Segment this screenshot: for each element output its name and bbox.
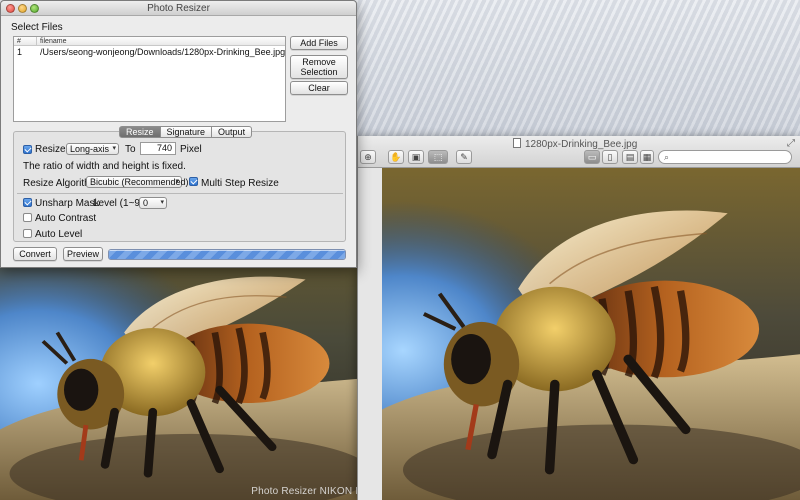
document-icon: [513, 138, 521, 148]
add-files-button[interactable]: Add Files: [290, 36, 348, 50]
pen-annotate-icon[interactable]: ✎: [456, 150, 472, 164]
row-number: 1: [17, 47, 23, 57]
convert-button[interactable]: Convert: [13, 247, 57, 261]
tab-output[interactable]: Output: [212, 126, 253, 138]
photo-resizer-window: Photo Resizer Select Files # filename 1 …: [0, 0, 357, 268]
column-header-number[interactable]: #: [17, 37, 21, 46]
zoom-in-icon[interactable]: ⊕: [360, 150, 376, 164]
unsharp-mask-checkbox[interactable]: [23, 198, 32, 207]
selection-tool-icon[interactable]: ⬚: [428, 150, 448, 164]
chevron-down-icon: ▾: [175, 178, 179, 185]
preview-button[interactable]: Preview: [63, 247, 103, 261]
view-grid-icon[interactable]: ▦: [640, 150, 654, 164]
preview-window: 1280px-Drinking_Bee.jpg ⤢ ⊕ ✋ ▣ ⬚ ✎ ▭ ▯ …: [357, 136, 800, 500]
window-title: Photo Resizer: [147, 3, 210, 14]
tab-signature[interactable]: Signature: [160, 126, 213, 138]
clear-button[interactable]: Clear: [290, 81, 348, 95]
search-field[interactable]: ⌕: [658, 150, 792, 164]
size-input[interactable]: 740: [140, 142, 176, 155]
hand-tool-icon[interactable]: ✋: [388, 150, 404, 164]
preview-window-titlebar[interactable]: 1280px-Drinking_Bee.jpg ⤢ ⊕ ✋ ▣ ⬚ ✎ ▭ ▯ …: [358, 136, 800, 168]
column-header-filename[interactable]: filename: [40, 37, 66, 46]
axis-select[interactable]: Long-axis ▾: [66, 143, 119, 155]
resize-checkbox[interactable]: [23, 145, 32, 154]
file-table-header: # filename: [14, 37, 285, 46]
auto-contrast-label: Auto Contrast: [35, 213, 97, 224]
preview-window-title: 1280px-Drinking_Bee.jpg: [513, 138, 637, 150]
preview-toolbar: ⊕ ✋ ▣ ⬚ ✎ ▭ ▯ ▤ ▦ ⌕: [358, 150, 800, 166]
multistep-checkbox[interactable]: [189, 177, 198, 186]
view-contact-sheet-icon[interactable]: ▤: [622, 150, 638, 164]
algorithm-select[interactable]: Bicubic (Recommended) ▾: [86, 176, 189, 188]
multistep-label: Multi Step Resize: [201, 178, 279, 189]
file-table[interactable]: # filename 1 /Users/seong-wonjeong/Downl…: [13, 36, 286, 122]
auto-contrast-checkbox[interactable]: [23, 213, 32, 222]
chevron-down-icon: ▾: [112, 145, 116, 152]
pixel-unit-label: Pixel: [180, 144, 202, 155]
options-divider: [17, 193, 343, 194]
unsharp-mask-label: Unsharp Mask: [35, 198, 100, 209]
tab-resize[interactable]: Resize: [119, 126, 161, 138]
row-filename: /Users/seong-wonjeong/Downloads/1280px-D…: [40, 47, 286, 57]
options-tabs: Resize Signature Output: [119, 126, 253, 138]
progress-bar-fill: [109, 250, 345, 259]
table-row[interactable]: 1 /Users/seong-wonjeong/Downloads/1280px…: [14, 46, 285, 58]
level-select[interactable]: 0 ▾: [139, 197, 167, 209]
search-icon: ⌕: [664, 152, 670, 162]
fullscreen-icon[interactable]: ⤢: [787, 138, 795, 149]
progress-bar: [108, 249, 346, 260]
chevron-down-icon: ▾: [160, 199, 164, 206]
to-label: To: [125, 144, 136, 155]
view-sidebar-icon[interactable]: ▯: [602, 150, 618, 164]
resizer-titlebar[interactable]: Photo Resizer: [1, 1, 356, 16]
image-select-icon[interactable]: ▣: [408, 150, 424, 164]
ratio-note: The ratio of width and height is fixed.: [23, 161, 186, 172]
auto-level-checkbox[interactable]: [23, 229, 32, 238]
auto-level-label: Auto Level: [35, 229, 83, 240]
bee-photo-resized: [382, 168, 800, 500]
remove-selection-button[interactable]: Remove Selection: [290, 55, 348, 79]
select-files-label: Select Files: [11, 22, 63, 33]
view-single-icon[interactable]: ▭: [584, 150, 600, 164]
preview-image: [382, 168, 800, 500]
